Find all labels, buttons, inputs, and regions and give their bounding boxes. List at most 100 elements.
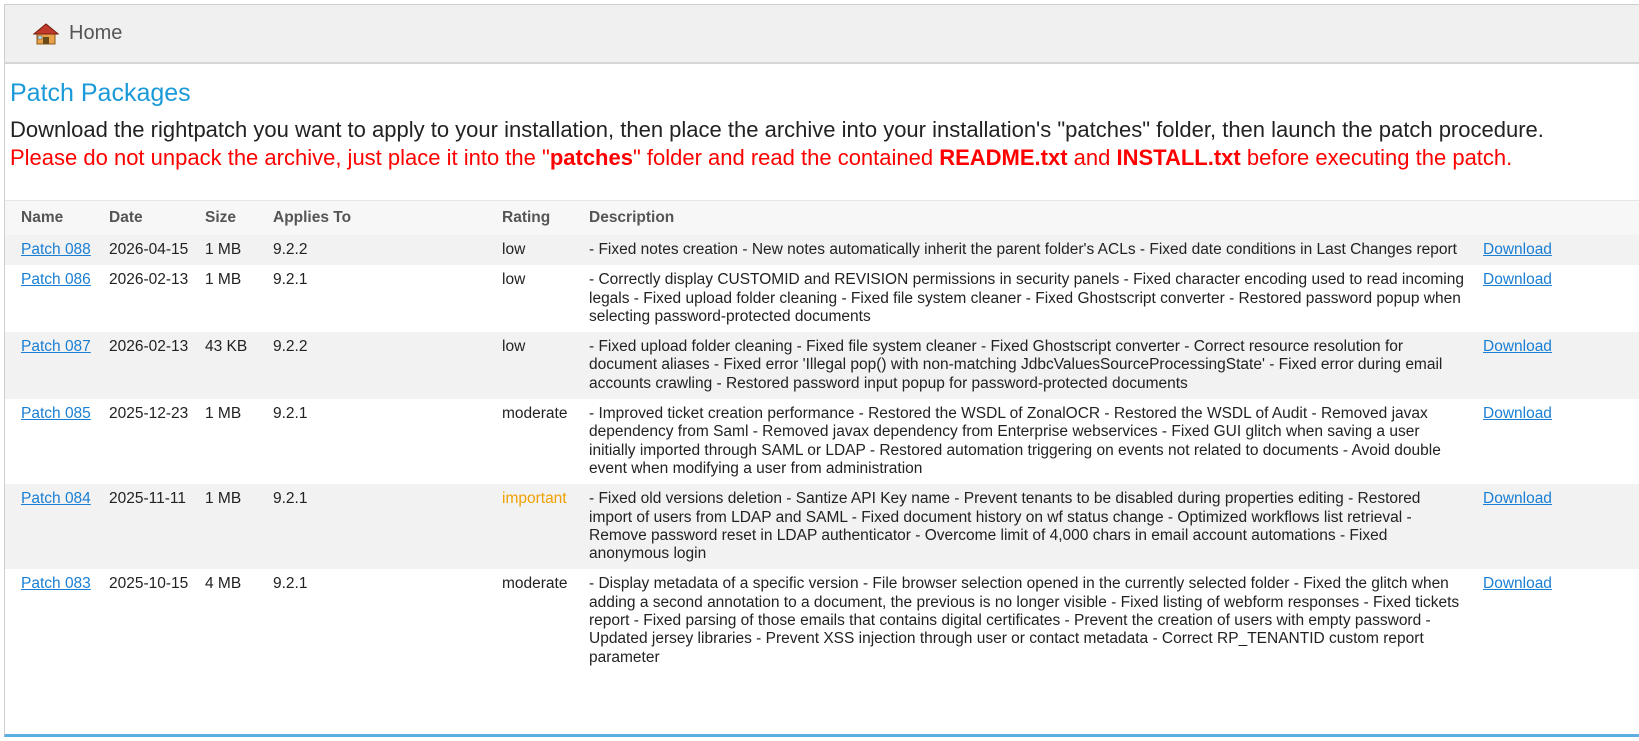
warning-text: Please do not unpack the archive, just p… [10,144,1639,172]
table-header-row: Name Date Size Applies To Rating Descrip… [5,200,1639,236]
patch-date: 2026-02-13 [109,338,189,356]
table-cell: 1 MB [189,399,257,484]
column-header-rating[interactable]: Rating [486,201,573,236]
patch-description: - Correctly display CUSTOMID and REVISIO… [589,271,1464,325]
table-cell: moderate [486,569,573,672]
table-cell: 1 MB [189,235,257,265]
download-link[interactable]: Download [1483,575,1552,592]
patch-name-link[interactable]: Patch 083 [21,575,91,592]
table-cell: 2025-11-11 [93,484,189,569]
column-header-download [1475,201,1639,236]
patch-name-link[interactable]: Patch 088 [21,241,91,258]
table-cell: - Fixed old versions deletion - Santize … [573,484,1475,569]
table-cell: - Fixed upload folder cleaning - Fixed f… [573,332,1475,399]
patch-date: 2025-11-11 [109,490,186,508]
table-cell: 9.2.1 [257,569,486,672]
patch-size: 1 MB [205,271,242,289]
table-row: Patch 085 2025-12-23 1 MB 9.2.1 moderate - Im… [5,399,1639,485]
top-bar: Home [5,5,1639,64]
download-link[interactable]: Download [1483,338,1552,355]
table-row: Patch 083 2025-10-15 4 MB 9.2.1 moderate - Di… [5,569,1639,673]
patch-applies-to: 9.2.1 [273,490,308,508]
table-cell: low [486,265,573,332]
table-cell: 1 MB [189,484,257,569]
table-cell: moderate [486,399,573,484]
home-link[interactable]: Home [69,22,122,45]
patch-rating: moderate [502,575,568,593]
table-cell: Patch 088 [5,235,93,265]
patch-name-link[interactable]: Patch 086 [21,271,91,288]
table-cell: - Improved ticket creation performance -… [573,399,1475,484]
table-cell: 4 MB [189,569,257,672]
column-header-size[interactable]: Size [189,201,257,236]
table-cell: 2026-02-13 [93,265,189,332]
table-cell: Download [1475,332,1639,399]
table-cell: Patch 087 [5,332,93,399]
warning-part: " folder and read the contained [632,145,940,170]
patch-size: 4 MB [205,575,242,593]
table-cell: low [486,332,573,399]
table-cell: 9.2.1 [257,399,486,484]
patch-applies-to: 9.2.2 [273,338,308,356]
patches-table: Name Date Size Applies To Rating Descrip… [5,200,1639,673]
table-cell: Download [1475,569,1639,672]
patch-applies-to: 9.2.2 [273,241,308,258]
patch-date: 2026-02-13 [109,271,189,289]
column-header-description[interactable]: Description [573,201,1475,236]
patch-size: 1 MB [205,241,242,258]
table-cell: Patch 084 [5,484,93,569]
table-cell: important [486,484,573,569]
column-header-date[interactable]: Date [93,201,189,236]
table-cell: Patch 086 [5,265,93,332]
warning-part: before executing the patch. [1240,145,1513,170]
patch-description: - Fixed old versions deletion - Santize … [589,490,1421,563]
patches-table-wrap: Name Date Size Applies To Rating Descrip… [5,200,1639,673]
patch-rating: important [502,490,567,508]
table-cell: 9.2.1 [257,484,486,569]
column-header-applies-to[interactable]: Applies To [257,201,486,236]
warning-bold-patches: patches [549,145,633,170]
patch-name-link[interactable]: Patch 084 [21,490,91,507]
patch-date: 2025-12-23 [109,405,189,423]
table-cell: - Display metadata of a specific version… [573,569,1475,672]
page-title: Patch Packages [10,79,191,107]
patch-rating: low [502,338,526,356]
table-cell: Patch 083 [5,569,93,672]
table-cell: 43 KB [189,332,257,399]
patch-description: - Fixed notes creation - New notes autom… [589,241,1457,258]
patch-applies-to: 9.2.1 [273,405,308,423]
patch-rating: low [502,271,526,289]
download-link[interactable]: Download [1483,490,1552,507]
table-cell: 9.2.1 [257,265,486,332]
table-cell: 2025-12-23 [93,399,189,484]
patch-applies-to: 9.2.1 [273,575,308,593]
patch-name-link[interactable]: Patch 085 [21,405,91,422]
table-cell: 9.2.2 [257,332,486,399]
table-cell: - Fixed notes creation - New notes autom… [573,235,1475,265]
patch-applies-to: 9.2.1 [273,271,308,289]
intro-text: Download the rightpatch you want to appl… [10,117,1544,142]
patch-rating: low [502,241,526,258]
patch-size: 43 KB [205,338,248,356]
table-cell: Download [1475,265,1639,332]
patch-date: 2025-10-15 [109,575,189,593]
warning-part: Please do not unpack the archive, just p… [10,145,550,170]
download-link[interactable]: Download [1483,405,1552,422]
download-link[interactable]: Download [1483,271,1552,288]
table-cell: Download [1475,399,1639,484]
column-header-name[interactable]: Name [5,201,93,236]
table-row: Patch 086 2026-02-13 1 MB 9.2.1 low - Correct… [5,265,1639,333]
table-cell: low [486,235,573,265]
warning-bold-install: INSTALL.txt [1116,145,1241,170]
table-cell: 2026-04-15 [93,235,189,265]
warning-bold-readme: README.txt [939,145,1068,170]
table-cell: 2026-02-13 [93,332,189,399]
table-cell: Patch 085 [5,399,93,484]
home-icon[interactable] [33,22,59,46]
patch-size: 1 MB [205,405,242,423]
table-row: Patch 088 2026-04-15 1 MB 9.2.2 low - Fixed n… [5,235,1639,266]
table-cell: 9.2.2 [257,235,486,265]
page-frame: Home Patch Packages Download the rightpa… [4,4,1639,737]
patch-name-link[interactable]: Patch 087 [21,338,91,355]
download-link[interactable]: Download [1483,241,1552,258]
